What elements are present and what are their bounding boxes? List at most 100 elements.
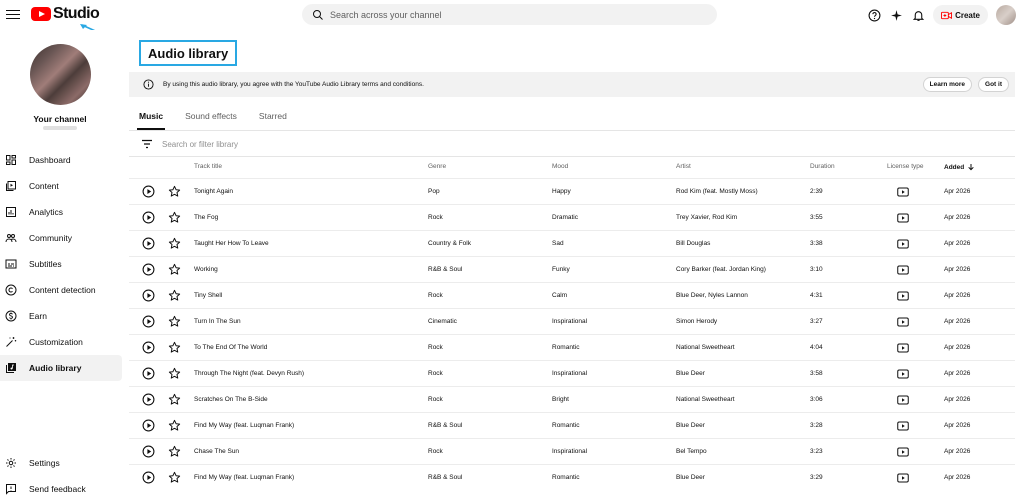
sidebar-item-earn[interactable]: Earn (0, 303, 122, 329)
learn-more-button[interactable]: Learn more (922, 77, 973, 92)
column-header-genre[interactable]: Genre (428, 163, 446, 170)
play-icon[interactable] (142, 471, 155, 484)
sidebar-item-dashboard[interactable]: Dashboard (0, 147, 122, 173)
table-row[interactable]: Turn In The Sun Cinematic Inspirational Sim… (129, 308, 1015, 334)
column-header-track-title[interactable]: Track title (194, 163, 222, 170)
menu-icon[interactable] (6, 7, 20, 21)
sidebar-item-analytics[interactable]: Analytics (0, 199, 122, 225)
play-icon[interactable] (142, 445, 155, 458)
sidebar-item-community[interactable]: Community (0, 225, 122, 251)
search-input[interactable] (330, 9, 690, 20)
star-icon[interactable] (168, 185, 181, 198)
search-bar[interactable] (302, 4, 717, 25)
star-icon[interactable] (168, 315, 181, 328)
sparkle-icon[interactable] (885, 4, 907, 26)
play-icon[interactable] (142, 289, 155, 302)
table-row[interactable]: Taught Her How To Leave Country & Folk Sad… (129, 230, 1015, 256)
sidebar-item-audio-library[interactable]: Audio library (0, 355, 122, 381)
table-row[interactable]: Working R&B & Soul Funky Cory Barker (feat.… (129, 256, 1015, 282)
table-row[interactable]: Tonight Again Pop Happy Rod Kim (feat. Most… (129, 178, 1015, 204)
youtube-license-icon[interactable] (897, 213, 909, 223)
star-icon[interactable] (168, 367, 181, 380)
sidebar-item-settings[interactable]: Settings (0, 450, 122, 476)
star-icon[interactable] (168, 289, 181, 302)
youtube-license-icon[interactable] (897, 187, 909, 197)
youtube-license-icon[interactable] (897, 343, 909, 353)
star-icon[interactable] (168, 237, 181, 250)
play-icon[interactable] (142, 341, 155, 354)
track-title[interactable]: Through The Night (feat. Devyn Rush) (194, 370, 304, 377)
feedback-icon (6, 484, 16, 495)
track-title[interactable]: Chase The Sun (194, 448, 239, 455)
youtube-license-icon[interactable] (897, 395, 909, 405)
studio-logo[interactable]: Studio (31, 5, 100, 23)
notifications-icon[interactable] (907, 4, 929, 26)
youtube-license-icon[interactable] (897, 421, 909, 431)
star-icon[interactable] (168, 471, 181, 484)
play-icon[interactable] (142, 211, 155, 224)
column-header-artist[interactable]: Artist (676, 163, 691, 170)
youtube-license-icon[interactable] (897, 369, 909, 379)
column-header-added[interactable]: Added (944, 163, 975, 171)
tab-sound-effects[interactable]: Sound effects (185, 108, 237, 130)
filter-icon[interactable] (141, 139, 153, 149)
sidebar-item-content[interactable]: Content (0, 173, 122, 199)
play-icon[interactable] (142, 315, 155, 328)
youtube-license-icon[interactable] (897, 473, 909, 483)
sidebar-item-subtitles[interactable]: Subtitles (0, 251, 122, 277)
star-icon[interactable] (168, 419, 181, 432)
track-title[interactable]: The Fog (194, 214, 218, 221)
table-row[interactable]: To The End Of The World Rock Romantic Natio… (129, 334, 1015, 360)
star-icon[interactable] (168, 341, 181, 354)
track-title[interactable]: To The End Of The World (194, 344, 267, 351)
create-button[interactable]: Create (933, 5, 988, 25)
track-title[interactable]: Working (194, 266, 218, 273)
track-title[interactable]: Find My Way (feat. Luqman Frank) (194, 422, 294, 429)
youtube-license-icon[interactable] (897, 265, 909, 275)
track-title[interactable]: Tonight Again (194, 188, 233, 195)
track-genre: R&B & Soul (428, 474, 463, 481)
filter-input[interactable] (162, 139, 462, 149)
page-title: Audio library (139, 40, 238, 66)
table-row[interactable]: The Fog Rock Dramatic Trey Xavier, Rod Kim 3… (129, 204, 1015, 230)
help-icon[interactable] (863, 4, 885, 26)
star-icon[interactable] (168, 445, 181, 458)
sidebar-item-content-detection[interactable]: Content detection (0, 277, 122, 303)
table-row[interactable]: Through The Night (feat. Devyn Rush) Rock… (129, 360, 1015, 386)
play-icon[interactable] (142, 367, 155, 380)
column-header-duration[interactable]: Duration (810, 163, 835, 170)
tab-music[interactable]: Music (136, 108, 166, 130)
star-icon[interactable] (168, 263, 181, 276)
column-header-mood[interactable]: Mood (552, 163, 568, 170)
star-icon[interactable] (168, 393, 181, 406)
play-icon[interactable] (142, 263, 155, 276)
table-row[interactable]: Find My Way (feat. Luqman Frank) R&B & So… (129, 412, 1015, 438)
tab-starred[interactable]: Starred (259, 108, 287, 130)
column-header-license-type[interactable]: License type (887, 163, 924, 170)
track-title[interactable]: Scratches On The B-Side (194, 396, 268, 403)
got-it-button[interactable]: Got it (978, 77, 1009, 92)
track-title[interactable]: Find My Way (feat. Luqman Frank) (194, 474, 294, 481)
play-icon[interactable] (142, 185, 155, 198)
youtube-license-icon[interactable] (897, 447, 909, 457)
youtube-license-icon[interactable] (897, 291, 909, 301)
sidebar-item-customization[interactable]: Customization (0, 329, 122, 355)
play-icon[interactable] (142, 393, 155, 406)
track-title[interactable]: Tiny Shell (194, 292, 222, 299)
star-icon[interactable] (168, 211, 181, 224)
track-title[interactable]: Turn In The Sun (194, 318, 241, 325)
filter-bar[interactable] (141, 136, 1011, 152)
youtube-license-icon[interactable] (897, 317, 909, 327)
account-avatar[interactable] (996, 5, 1016, 25)
table-row[interactable]: Find My Way (feat. Luqman Frank) R&B & So… (129, 464, 1015, 490)
track-duration: 3:23 (810, 448, 823, 455)
table-row[interactable]: Tiny Shell Rock Calm Blue Deer, Nyles Lanno… (129, 282, 1015, 308)
play-icon[interactable] (142, 419, 155, 432)
table-row[interactable]: Chase The Sun Rock Inspirational Bel Tempo 3… (129, 438, 1015, 464)
track-title[interactable]: Taught Her How To Leave (194, 240, 269, 247)
table-row[interactable]: Scratches On The B-Side Rock Bright Nationa… (129, 386, 1015, 412)
youtube-license-icon[interactable] (897, 239, 909, 249)
channel-avatar[interactable] (30, 44, 91, 105)
play-icon[interactable] (142, 237, 155, 250)
sidebar-item-send-feedback[interactable]: Send feedback (0, 476, 122, 498)
